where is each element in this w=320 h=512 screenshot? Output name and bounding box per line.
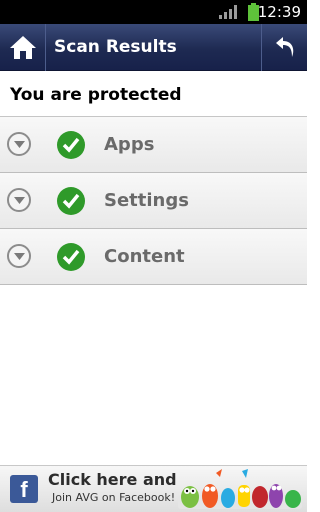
banner-subtext: Join AVG on Facebook! bbox=[52, 491, 176, 504]
back-arrow-icon bbox=[276, 37, 294, 57]
back-button[interactable] bbox=[261, 24, 307, 71]
app-header: Scan Results bbox=[0, 24, 307, 71]
page-title: Scan Results bbox=[54, 37, 177, 57]
scan-results-list: Apps Settings Content bbox=[0, 116, 307, 285]
result-label: Content bbox=[104, 246, 185, 267]
home-button[interactable] bbox=[0, 24, 46, 71]
expand-chevron-icon[interactable] bbox=[7, 244, 31, 268]
facebook-banner[interactable]: f Click here and Join AVG on Facebook! bbox=[0, 465, 307, 512]
result-label: Settings bbox=[104, 190, 189, 211]
result-row-settings[interactable]: Settings bbox=[0, 173, 307, 229]
check-icon bbox=[57, 243, 85, 271]
result-row-content[interactable]: Content bbox=[0, 229, 307, 285]
home-icon bbox=[10, 36, 36, 59]
status-bar: 12:39 bbox=[0, 0, 307, 24]
status-time: 12:39 bbox=[257, 3, 301, 21]
result-label: Apps bbox=[104, 134, 155, 155]
expand-chevron-icon[interactable] bbox=[7, 132, 31, 156]
result-row-apps[interactable]: Apps bbox=[0, 117, 307, 173]
avg-mascots-illustration bbox=[178, 469, 302, 509]
protection-status: You are protected bbox=[10, 85, 182, 105]
signal-icon bbox=[219, 5, 237, 19]
facebook-icon: f bbox=[10, 475, 38, 503]
expand-chevron-icon[interactable] bbox=[7, 188, 31, 212]
check-icon bbox=[57, 131, 85, 159]
check-icon bbox=[57, 187, 85, 215]
banner-headline: Click here and bbox=[48, 470, 177, 489]
